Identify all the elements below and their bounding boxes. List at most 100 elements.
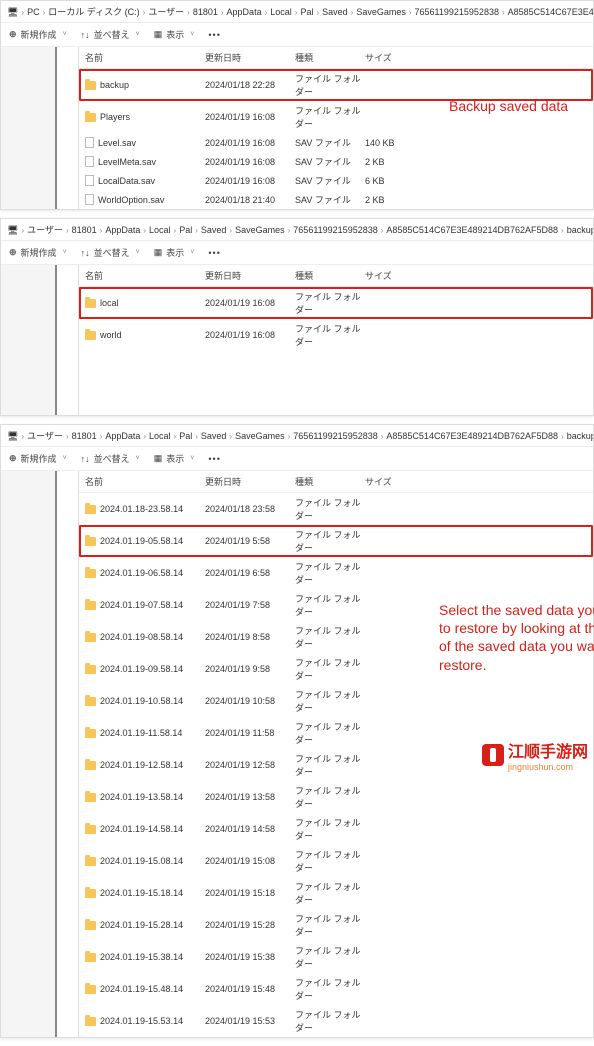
sort-button[interactable]: ↑↓並べ替え˅ [81, 246, 140, 259]
more-button[interactable]: ••• [208, 248, 220, 258]
file-row[interactable]: Level.sav2024/01/19 16:08SAV ファイル140 KB [79, 133, 593, 152]
file-type: SAV ファイル [295, 155, 365, 168]
view-button[interactable]: ▦表示˅ [154, 246, 195, 259]
breadcrumb-segment[interactable]: Saved [322, 7, 348, 17]
view-button[interactable]: ▦表示˅ [154, 28, 195, 41]
new-button[interactable]: ⊕新規作成˅ [9, 246, 67, 259]
file-row[interactable]: WorldOption.sav2024/01/18 21:40SAV ファイル2… [79, 190, 593, 209]
file-date: 2024/01/19 15:53 [205, 1016, 295, 1026]
sidebar [1, 47, 79, 209]
column-type[interactable]: 種類 [295, 269, 365, 282]
breadcrumb-segment[interactable]: SaveGames [235, 225, 285, 235]
explorer-panel: 🖥›PC›ローカル ディスク (C:)›ユーザー›81801›AppData›L… [0, 0, 594, 210]
file-name-cell: LocalData.sav [85, 175, 205, 186]
breadcrumb-segment[interactable]: AppData [105, 225, 140, 235]
breadcrumb-segment[interactable]: SaveGames [235, 431, 285, 441]
breadcrumb-segment[interactable]: A8585C514C67E3E489214DB762AF5D88 [386, 431, 558, 441]
column-date[interactable]: 更新日時 [205, 269, 295, 282]
breadcrumb-segment[interactable]: ユーザー [27, 225, 63, 235]
file-row[interactable]: 2024.01.19-14.58.142024/01/19 14:58ファイル … [79, 813, 593, 845]
column-headers[interactable]: 名前更新日時種類サイズ [79, 471, 593, 493]
breadcrumb-segment[interactable]: Local [270, 7, 292, 17]
breadcrumb-segment[interactable]: Saved [201, 225, 227, 235]
file-name: 2024.01.19-15.38.14 [100, 952, 183, 962]
breadcrumb-segment[interactable]: SaveGames [356, 7, 406, 17]
column-size[interactable]: サイズ [365, 475, 425, 488]
breadcrumb-segment[interactable]: Pal [179, 431, 192, 441]
breadcrumb-segment[interactable]: A8585C514C67E3E489214DB762AF5D88 [508, 7, 593, 17]
new-button[interactable]: ⊕新規作成˅ [9, 28, 67, 41]
file-row[interactable]: LocalData.sav2024/01/19 16:08SAV ファイル6 K… [79, 171, 593, 190]
new-label: 新規作成 [21, 452, 57, 465]
file-row[interactable]: 2024.01.19-15.38.142024/01/19 15:38ファイル … [79, 941, 593, 973]
file-row[interactable]: 2024.01.19-06.58.142024/01/19 6:58ファイル フ… [79, 557, 593, 589]
breadcrumb-segment[interactable]: Pal [300, 7, 313, 17]
column-headers[interactable]: 名前更新日時種類サイズ [79, 47, 593, 69]
breadcrumb-segment[interactable]: 81801 [72, 225, 97, 235]
sort-button[interactable]: ↑↓並べ替え˅ [81, 28, 140, 41]
column-type[interactable]: 種類 [295, 475, 365, 488]
breadcrumb-segment[interactable]: 76561199215952838 [293, 225, 377, 235]
breadcrumb-segment[interactable]: AppData [227, 7, 262, 17]
breadcrumb-segment[interactable]: 76561199215952838 [415, 7, 499, 17]
breadcrumb-segment[interactable]: A8585C514C67E3E489214DB762AF5D88 [386, 225, 558, 235]
file-row[interactable]: 2024.01.18-23.58.142024/01/18 23:58ファイル … [79, 493, 593, 525]
breadcrumb-segment[interactable]: ユーザー [27, 431, 63, 441]
breadcrumb-segment[interactable]: 81801 [72, 431, 97, 441]
chevron-right-icon: › [195, 432, 198, 441]
file-row[interactable]: 2024.01.19-15.53.142024/01/19 15:53ファイル … [79, 1005, 593, 1037]
file-row[interactable]: local2024/01/19 16:08ファイル フォルダー [79, 287, 593, 319]
breadcrumb-segment[interactable]: 76561199215952838 [293, 431, 377, 441]
file-pane: 名前更新日時種類サイズbackup2024/01/18 22:28ファイル フォ… [79, 47, 593, 209]
home-icon[interactable]: 🖥 [7, 7, 18, 17]
breadcrumb[interactable]: 🖥›ユーザー›81801›AppData›Local›Pal›Saved›Sav… [1, 219, 593, 241]
plus-icon: ⊕ [9, 29, 17, 40]
column-size[interactable]: サイズ [365, 269, 425, 282]
breadcrumb-segment[interactable]: 81801 [193, 7, 218, 17]
column-date[interactable]: 更新日時 [205, 51, 295, 64]
file-row[interactable]: 2024.01.19-05.58.142024/01/19 5:58ファイル フ… [79, 525, 593, 557]
file-row[interactable]: LevelMeta.sav2024/01/19 16:08SAV ファイル2 K… [79, 152, 593, 171]
breadcrumb-segment[interactable]: ユーザー [148, 7, 184, 17]
breadcrumb-segment[interactable]: AppData [105, 431, 140, 441]
more-button[interactable]: ••• [208, 30, 220, 40]
file-row[interactable]: 2024.01.19-10.58.142024/01/19 10:58ファイル … [79, 685, 593, 717]
column-date[interactable]: 更新日時 [205, 475, 295, 488]
breadcrumb-segment[interactable]: Local [149, 431, 171, 441]
column-name[interactable]: 名前 [85, 475, 205, 488]
chevron-right-icon: › [174, 432, 177, 441]
breadcrumb-segment[interactable]: Pal [179, 225, 192, 235]
sort-button[interactable]: ↑↓並べ替え˅ [81, 452, 140, 465]
breadcrumb-segment[interactable]: Saved [201, 431, 227, 441]
file-row[interactable]: 2024.01.19-15.18.142024/01/19 15:18ファイル … [79, 877, 593, 909]
file-row[interactable]: 2024.01.19-13.58.142024/01/19 13:58ファイル … [79, 781, 593, 813]
file-row[interactable]: 2024.01.19-15.08.142024/01/19 15:08ファイル … [79, 845, 593, 877]
column-name[interactable]: 名前 [85, 51, 205, 64]
chevron-right-icon: › [21, 8, 24, 17]
file-row[interactable]: 2024.01.19-15.48.142024/01/19 15:48ファイル … [79, 973, 593, 1005]
more-button[interactable]: ••• [208, 454, 220, 464]
file-row[interactable]: world2024/01/19 16:08ファイル フォルダー [79, 319, 593, 351]
column-size[interactable]: サイズ [365, 51, 425, 64]
home-icon[interactable]: 🖥 [7, 225, 18, 235]
breadcrumb-segment[interactable]: backup [567, 225, 593, 235]
view-button[interactable]: ▦表示˅ [154, 452, 195, 465]
file-name: Players [100, 112, 130, 122]
breadcrumb-segment[interactable]: backup [567, 431, 593, 441]
home-icon[interactable]: 🖥 [7, 431, 18, 441]
breadcrumb[interactable]: 🖥›ユーザー›81801›AppData›Local›Pal›Saved›Sav… [1, 425, 593, 447]
column-name[interactable]: 名前 [85, 269, 205, 282]
breadcrumb[interactable]: 🖥›PC›ローカル ディスク (C:)›ユーザー›81801›AppData›L… [1, 1, 593, 23]
breadcrumb-segment[interactable]: PC [27, 7, 40, 17]
folder-icon [85, 889, 96, 898]
breadcrumb-segment[interactable]: ローカル ディスク (C:) [48, 7, 139, 17]
new-button[interactable]: ⊕新規作成˅ [9, 452, 67, 465]
folder-icon [85, 569, 96, 578]
column-type[interactable]: 種類 [295, 51, 365, 64]
file-date: 2024/01/18 23:58 [205, 504, 295, 514]
watermark-title: 江顺手游网 [508, 738, 588, 762]
chevron-down-icon: ˅ [136, 455, 140, 462]
column-headers[interactable]: 名前更新日時種類サイズ [79, 265, 593, 287]
file-row[interactable]: 2024.01.19-15.28.142024/01/19 15:28ファイル … [79, 909, 593, 941]
breadcrumb-segment[interactable]: Local [149, 225, 171, 235]
